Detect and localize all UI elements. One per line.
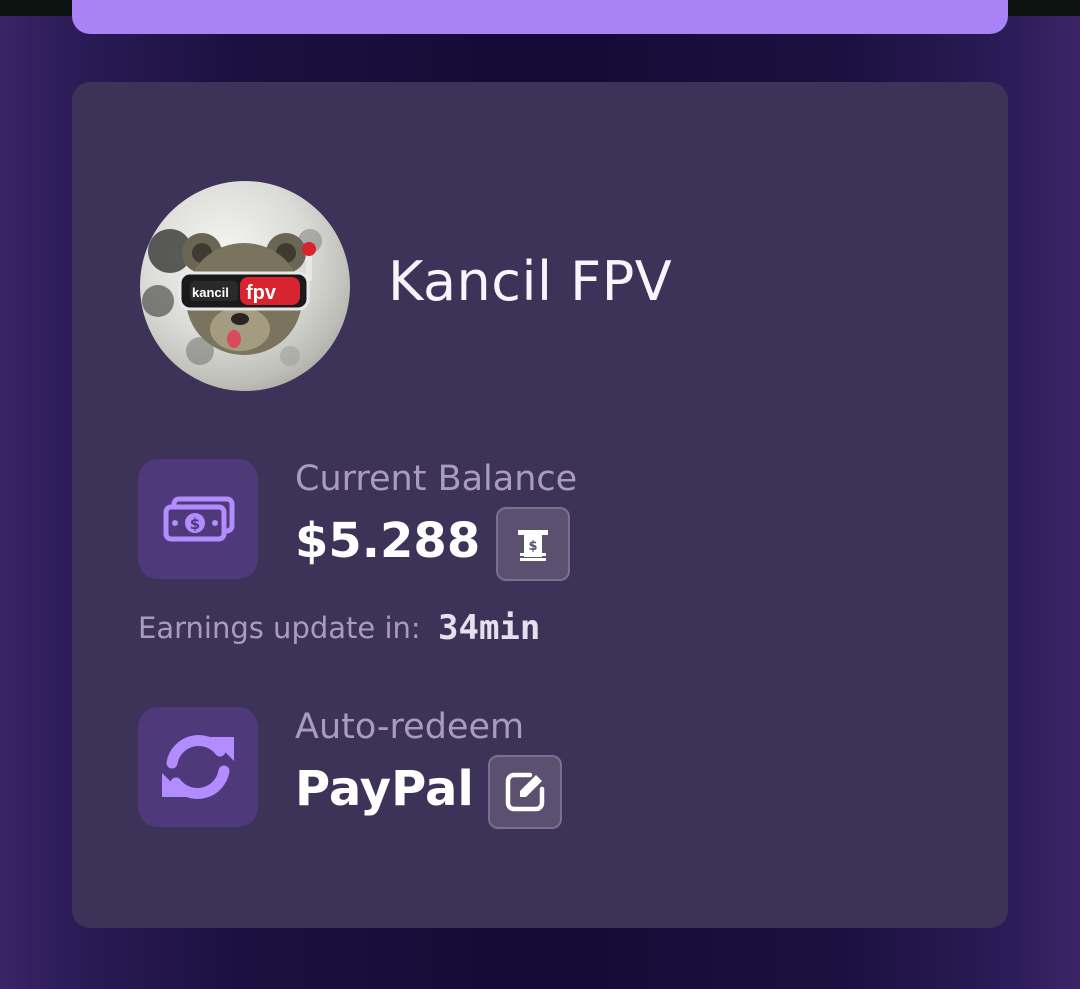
user-name: Kancil FPV bbox=[388, 250, 673, 313]
avatar: kancil fpv bbox=[140, 181, 350, 391]
auto-redeem-value: PayPal bbox=[295, 761, 474, 817]
earnings-update-value: 34min bbox=[438, 608, 541, 648]
refresh-icon-tile bbox=[138, 707, 258, 827]
top-action-button[interactable] bbox=[72, 0, 1008, 34]
withdraw-button[interactable]: $ bbox=[496, 507, 570, 581]
edit-redeem-button[interactable] bbox=[488, 755, 562, 829]
auto-redeem-label: Auto-redeem bbox=[295, 707, 525, 747]
svg-text:$: $ bbox=[528, 539, 537, 554]
svg-text:fpv: fpv bbox=[246, 282, 277, 304]
atm-withdraw-icon: $ bbox=[518, 530, 548, 561]
svg-text:$: $ bbox=[190, 515, 200, 533]
refresh-icon bbox=[162, 735, 234, 799]
earnings-update-label: Earnings update in: bbox=[138, 611, 421, 645]
edit-icon bbox=[505, 772, 545, 812]
balance-label: Current Balance bbox=[295, 459, 578, 499]
money-icon-tile: $ bbox=[138, 459, 258, 579]
money-icon: $ bbox=[163, 496, 235, 542]
balance-value: $5.288 bbox=[295, 513, 481, 569]
svg-text:kancil: kancil bbox=[192, 285, 229, 300]
